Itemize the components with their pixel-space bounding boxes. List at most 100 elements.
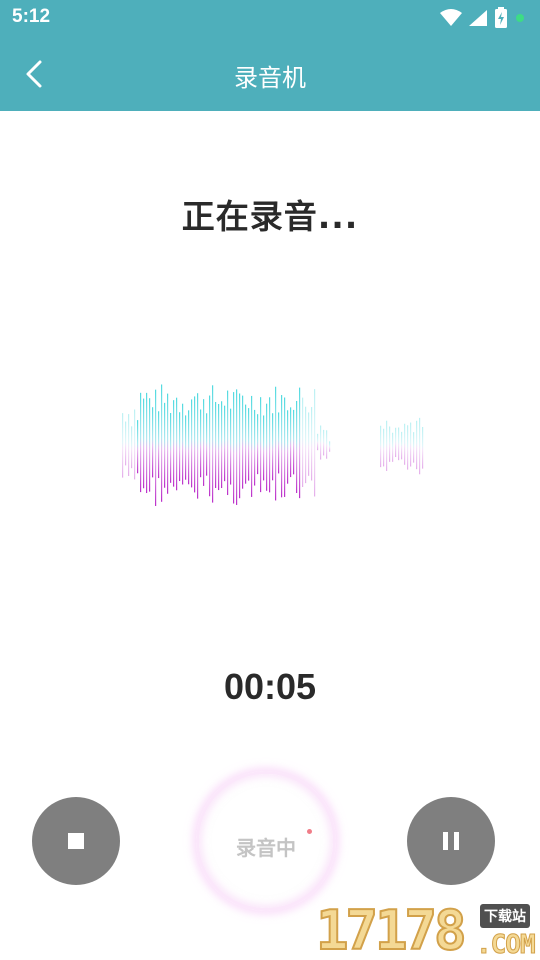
waveform-bar <box>185 415 187 480</box>
waveform-bar <box>269 397 271 493</box>
waveform-bar <box>413 432 415 463</box>
waveform-bar <box>188 410 190 485</box>
waveform-bar <box>395 427 397 458</box>
waveform-bar <box>143 398 145 489</box>
waveform-bar <box>191 399 193 488</box>
waveform-bar <box>209 395 211 497</box>
waveform-bar <box>155 389 157 506</box>
site-watermark: 17178 下载站 .COM <box>315 899 540 960</box>
waveform-bar <box>257 414 259 475</box>
watermark-suffix: .COM <box>476 930 537 960</box>
waveform-bar <box>158 411 160 479</box>
stop-icon <box>68 833 84 849</box>
waveform-bar <box>137 420 139 474</box>
waveform-bar <box>383 428 385 467</box>
waveform-bar <box>275 386 277 501</box>
waveform-bar <box>152 407 154 478</box>
waveform-bar <box>416 420 418 470</box>
waveform-bar <box>140 392 142 493</box>
pause-button[interactable] <box>407 797 495 885</box>
waveform-bar <box>146 392 148 494</box>
waveform-bar <box>218 404 220 491</box>
stop-button[interactable] <box>32 797 120 885</box>
waveform-bar <box>254 409 256 486</box>
record-status-label: 录音中 <box>236 836 296 860</box>
page-title: 录音机 <box>234 64 306 92</box>
waveform-bar <box>227 390 229 496</box>
waveform-bar <box>215 401 217 488</box>
waveform-bar <box>380 425 382 468</box>
waveform-bar <box>302 397 304 488</box>
waveform-bar <box>221 401 223 489</box>
waveform-bar <box>230 408 232 485</box>
waveform-bar <box>149 398 151 492</box>
waveform-bar <box>407 425 409 470</box>
waveform-bar <box>245 404 247 484</box>
waveform-bar <box>299 387 301 499</box>
waveform-bar <box>311 407 313 481</box>
waveform-bar <box>197 393 199 499</box>
waveform-bar <box>242 395 244 489</box>
waveform-bar <box>329 441 331 452</box>
watermark-digits: 17178 <box>315 899 468 960</box>
waveform-bar <box>422 426 424 469</box>
waveform-bar <box>326 430 328 459</box>
waveform-bar <box>272 413 274 481</box>
waveform-bar <box>170 413 172 483</box>
waveform-bar <box>287 410 289 484</box>
waveform-bar <box>239 393 241 499</box>
recording-timer: 00:05 <box>223 666 317 707</box>
record-button[interactable]: 录音中 <box>196 771 336 911</box>
battery-charging-icon <box>495 7 507 28</box>
app-bar: 录音机 <box>0 36 540 111</box>
waveform-bar <box>173 400 175 487</box>
audio-waveform <box>122 384 424 506</box>
waveform-bar <box>320 425 322 460</box>
waveform-bar <box>278 412 280 474</box>
waveform-bar <box>263 415 265 481</box>
waveform-bar <box>161 384 163 502</box>
waveform-bar <box>392 432 394 462</box>
waveform-bar <box>260 397 262 493</box>
waveform-bar <box>131 426 133 469</box>
waveform-bar <box>386 420 388 471</box>
waveform-bar <box>308 412 310 476</box>
waveform-bar <box>410 422 412 467</box>
waveform-bar <box>293 409 295 475</box>
waveform-bar <box>134 409 136 480</box>
waveform-bar <box>125 421 127 466</box>
waveform-bar <box>305 406 307 484</box>
waveform-bar <box>248 408 250 481</box>
status-time: 5:12 <box>12 6 51 27</box>
waveform-bar <box>206 413 208 476</box>
waveform-bar <box>233 392 235 504</box>
cell-signal-icon <box>469 10 487 26</box>
wifi-icon <box>440 9 462 26</box>
recording-status-text: 正在录音... <box>181 197 359 236</box>
waveform-bar <box>296 400 298 493</box>
watermark-tag: 下载站 <box>480 904 530 928</box>
waveform-bar <box>323 429 325 456</box>
waveform-bar <box>176 397 178 491</box>
waveform-bar <box>266 403 268 491</box>
waveform-bar <box>281 395 283 498</box>
status-icons <box>440 7 526 29</box>
waveform-bar <box>212 385 214 503</box>
waveform-bar <box>200 409 202 478</box>
waveform-bar <box>194 396 196 493</box>
waveform-bar <box>203 399 205 486</box>
status-bar: 5:12 <box>0 0 540 36</box>
notification-dot-icon <box>516 14 524 22</box>
waveform-bar <box>284 397 286 497</box>
waveform-bar <box>122 413 124 478</box>
waveform-bar <box>317 433 319 451</box>
recording-indicator-dot <box>307 829 312 834</box>
waveform-bar <box>182 403 184 485</box>
waveform-bar <box>314 389 316 497</box>
waveform-bar <box>251 395 253 497</box>
waveform-bar <box>290 407 292 478</box>
waveform-bar <box>419 417 421 475</box>
waveform-bar <box>404 423 406 465</box>
waveform-bar <box>401 431 403 460</box>
waveform-bar <box>167 393 169 494</box>
